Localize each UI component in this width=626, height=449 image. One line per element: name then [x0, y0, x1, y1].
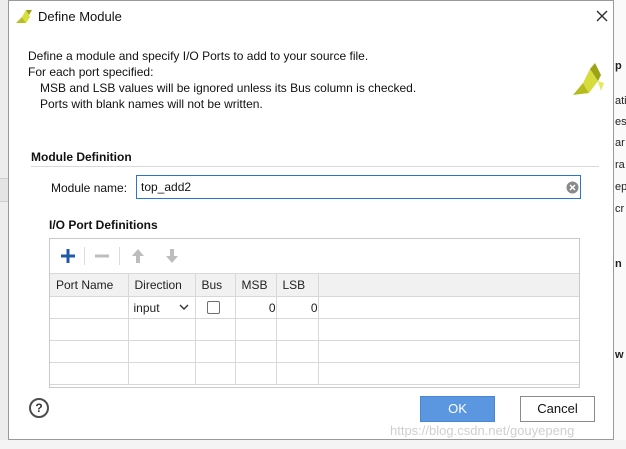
background-app-bottom-strip [0, 440, 626, 449]
chevron-down-icon [179, 304, 188, 310]
port-table: Port Name Direction Bus MSB LSB input 0 … [50, 273, 579, 385]
direction-value: input [133, 301, 160, 315]
column-header-msb[interactable]: MSB [234, 273, 277, 297]
background-glyph: cr [615, 203, 625, 215]
column-header-filler [317, 273, 579, 297]
cancel-button[interactable]: Cancel [520, 396, 595, 422]
background-glyph: es [615, 116, 626, 128]
description-line: Ports with blank names will not be writt… [40, 97, 263, 111]
table-row: input 0 0 [50, 296, 579, 319]
define-module-dialog: Define Module Define a module and specif… [8, 0, 614, 440]
vivado-brand-icon [573, 63, 604, 95]
background-glyph: ati [615, 95, 626, 107]
module-name-input[interactable] [136, 175, 581, 199]
minus-icon[interactable] [92, 246, 112, 266]
background-glyph: ar [615, 137, 625, 149]
background-glyph: n [615, 258, 622, 270]
io-port-definitions-heading: I/O Port Definitions [49, 218, 158, 232]
description-line: Define a module and specify I/O Ports to… [28, 49, 369, 63]
msb-cell[interactable]: 0 [234, 296, 277, 319]
direction-select[interactable]: input [127, 296, 196, 319]
vivado-logo-icon [16, 10, 32, 23]
help-button[interactable]: ? [29, 398, 49, 418]
lsb-cell[interactable]: 0 [275, 296, 319, 319]
filler-cell [317, 296, 579, 319]
table-row-empty [50, 362, 579, 385]
close-icon[interactable] [593, 7, 611, 25]
background-glyph: ep [615, 181, 626, 193]
bus-cell [194, 296, 236, 319]
ok-button[interactable]: OK [420, 396, 495, 422]
background-glyph: p [615, 60, 622, 72]
table-header-row: Port Name Direction Bus MSB LSB [50, 273, 579, 297]
section-divider [31, 166, 599, 167]
watermark-text: https://blog.csdn.net/gouyepeng [390, 423, 575, 438]
port-toolbar [50, 239, 579, 273]
toolbar-separator [84, 247, 85, 265]
column-header-lsb[interactable]: LSB [275, 273, 319, 297]
column-header-port-name[interactable]: Port Name [50, 273, 129, 297]
column-header-direction[interactable]: Direction [127, 273, 196, 297]
module-name-label: Module name: [51, 181, 128, 195]
bus-checkbox[interactable] [206, 301, 220, 314]
table-row-empty [50, 318, 579, 341]
background-app-right-strip: p ati es ar ra ep cr n w [613, 0, 626, 449]
background-glyph: ra [615, 159, 625, 171]
description-line: For each port specified: [28, 65, 154, 79]
arrow-up-icon[interactable] [128, 246, 148, 266]
clear-input-icon[interactable] [566, 181, 579, 194]
background-glyph: w [615, 349, 624, 361]
arrow-down-icon[interactable] [162, 246, 182, 266]
plus-icon[interactable] [58, 246, 78, 266]
io-port-panel: Port Name Direction Bus MSB LSB input 0 … [49, 238, 580, 388]
table-row-empty [50, 340, 579, 363]
description-text: Define a module and specify I/O Ports to… [28, 48, 416, 112]
title-bar[interactable]: Define Module [9, 1, 613, 32]
background-app-marker [0, 178, 8, 202]
port-name-cell[interactable] [50, 296, 129, 319]
toolbar-separator [119, 247, 120, 265]
column-header-bus[interactable]: Bus [194, 273, 236, 297]
dialog-title: Define Module [38, 9, 122, 24]
description-line: MSB and LSB values will be ignored unles… [40, 81, 417, 95]
module-definition-heading: Module Definition [31, 150, 132, 164]
